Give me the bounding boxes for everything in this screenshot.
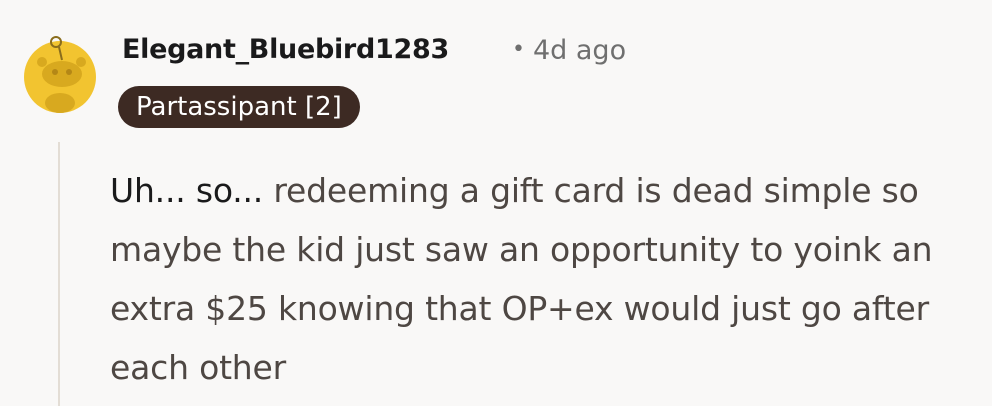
comment-meta: • 4d ago — [512, 35, 626, 66]
comment-author[interactable]: Elegant_Bluebird1283 — [122, 34, 449, 65]
snoo-avatar-icon — [24, 36, 96, 113]
user-flair: Partassipant [2] — [118, 86, 360, 128]
thread-line[interactable] — [58, 142, 60, 406]
meta-separator: • — [512, 37, 525, 62]
avatar[interactable] — [24, 20, 96, 116]
comment-body: Uh... so... redeeming a gift card is dea… — [110, 161, 980, 397]
comment-timestamp[interactable]: 4d ago — [533, 35, 626, 66]
comment-body-start: Uh... so... — [110, 171, 264, 210]
